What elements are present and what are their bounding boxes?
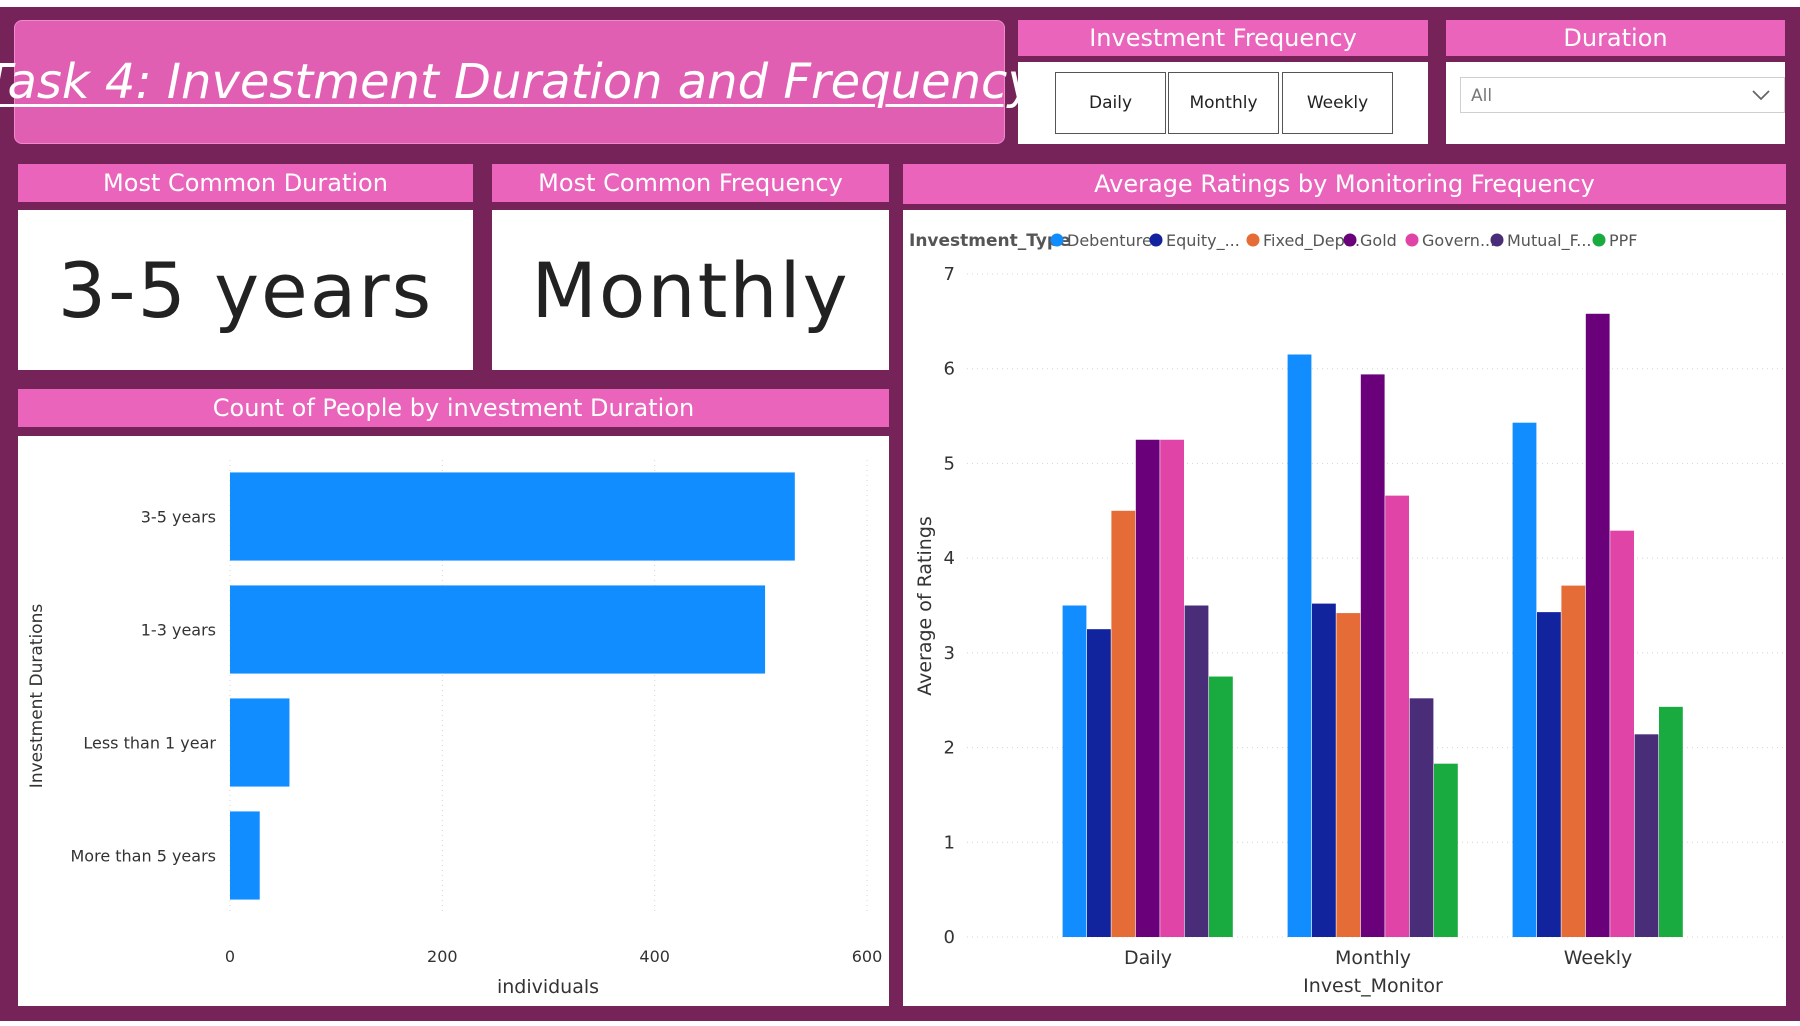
frequency-option-monthly[interactable]: Monthly	[1168, 72, 1279, 134]
x-axis-title: Invest_Monitor	[1303, 975, 1443, 997]
duration-dropdown-value: All	[1471, 86, 1493, 106]
column-bar	[1537, 612, 1561, 937]
legend-marker	[1592, 233, 1606, 247]
duration-bar-chart: 0 200 400 600 3-5 years 1-3 years Less than 1 …	[27, 460, 883, 998]
frequency-option-daily[interactable]: Daily	[1055, 72, 1166, 134]
column-bar	[1287, 354, 1312, 937]
column-bar	[1062, 605, 1087, 937]
y-tick-label: 5	[944, 453, 955, 474]
column-bar	[1634, 734, 1659, 937]
y-axis-title: Average of Ratings	[914, 516, 936, 696]
column-bar	[1135, 439, 1160, 937]
ratings-column-chart: 0 1 2 3 4 5 6 7 Daily Monthly Weekly Invest_Monitor…	[909, 231, 1786, 997]
legend-label: Mutual_F...	[1507, 231, 1592, 251]
x-tick-label: 600	[852, 947, 883, 966]
column-bar	[1610, 530, 1634, 937]
y-tick-label: Less than 1 year	[83, 734, 216, 753]
y-tick-label: 1-3 years	[141, 621, 216, 640]
column-bar	[1561, 585, 1586, 937]
column-bar	[1184, 605, 1209, 937]
column-bar	[1111, 510, 1136, 937]
column-bar	[1336, 613, 1361, 937]
legend-label: PPF	[1609, 231, 1638, 250]
y-axis-title: Investment Durations	[27, 604, 47, 789]
column-bar	[1160, 439, 1184, 937]
duration-chart-header: Count of People by investment Duration	[18, 389, 889, 427]
legend-marker	[1149, 233, 1163, 247]
y-tick-label: 3	[944, 643, 955, 664]
bar	[230, 811, 260, 900]
column-bar	[1360, 374, 1385, 937]
bar	[230, 698, 290, 787]
legend-title: Investment_Type	[909, 231, 1071, 251]
column-bar	[1312, 603, 1336, 937]
duration-chart-panel: 0 200 400 600 3-5 years 1-3 years Less than 1 …	[18, 436, 889, 1006]
legend-label: Equity_...	[1166, 231, 1240, 251]
bar	[230, 472, 795, 561]
x-tick-label: Weekly	[1564, 947, 1633, 969]
frequency-option-weekly[interactable]: Weekly	[1282, 72, 1393, 134]
frequency-card-header: Most Common Frequency	[492, 164, 889, 202]
column-bar	[1659, 706, 1683, 937]
legend-label: Debentures	[1067, 231, 1160, 250]
y-tick-label: 4	[944, 548, 955, 569]
column-bar	[1585, 313, 1610, 937]
page-title: Task 4: Investment Duration and Frequenc…	[0, 54, 1036, 110]
bar	[230, 585, 766, 674]
column-bar	[1087, 629, 1111, 937]
legend-marker	[1490, 233, 1504, 247]
y-tick-label: 6	[944, 359, 955, 380]
duration-dropdown[interactable]: All	[1460, 77, 1785, 113]
ratings-chart-header: Average Ratings by Monitoring Frequency	[903, 164, 1786, 204]
x-axis-title: individuals	[497, 976, 599, 998]
frequency-card-value: Monthly	[531, 245, 850, 335]
y-tick-label: 3-5 years	[141, 508, 216, 527]
column-bar	[1409, 698, 1434, 937]
duration-card-header: Most Common Duration	[18, 164, 473, 202]
y-tick-label: More than 5 years	[71, 847, 217, 866]
frequency-slicer-header: Investment Frequency	[1018, 20, 1428, 56]
chevron-down-icon[interactable]	[1750, 84, 1772, 106]
report-canvas: Task 4: Investment Duration and Frequenc…	[0, 0, 1800, 1026]
x-tick-label: 400	[639, 947, 670, 966]
legend-marker	[1050, 233, 1064, 247]
ratings-chart-panel: 0 1 2 3 4 5 6 7 Daily Monthly Weekly Invest_Monitor…	[903, 210, 1786, 1006]
duration-slicer-header: Duration	[1446, 20, 1785, 56]
x-tick-label: Monthly	[1335, 947, 1411, 969]
title-banner: Task 4: Investment Duration and Frequenc…	[0, 20, 1036, 144]
duration-card-value: 3-5 years	[57, 245, 434, 335]
legend-marker	[1405, 233, 1419, 247]
legend-marker	[1343, 233, 1357, 247]
column-bar	[1385, 495, 1409, 937]
x-tick-label: 200	[427, 947, 458, 966]
column-bar	[1434, 763, 1458, 937]
y-tick-label: 2	[944, 738, 955, 759]
y-tick-label: 0	[944, 927, 955, 948]
column-bar	[1209, 676, 1233, 937]
legend-label: Govern...	[1422, 231, 1495, 250]
x-tick-label: 0	[225, 947, 235, 966]
legend-marker	[1246, 233, 1260, 247]
y-tick-label: 1	[944, 832, 955, 853]
legend-label: Gold	[1360, 231, 1397, 250]
column-bar	[1512, 422, 1537, 937]
x-tick-label: Daily	[1124, 947, 1172, 969]
y-tick-label: 7	[944, 264, 955, 285]
